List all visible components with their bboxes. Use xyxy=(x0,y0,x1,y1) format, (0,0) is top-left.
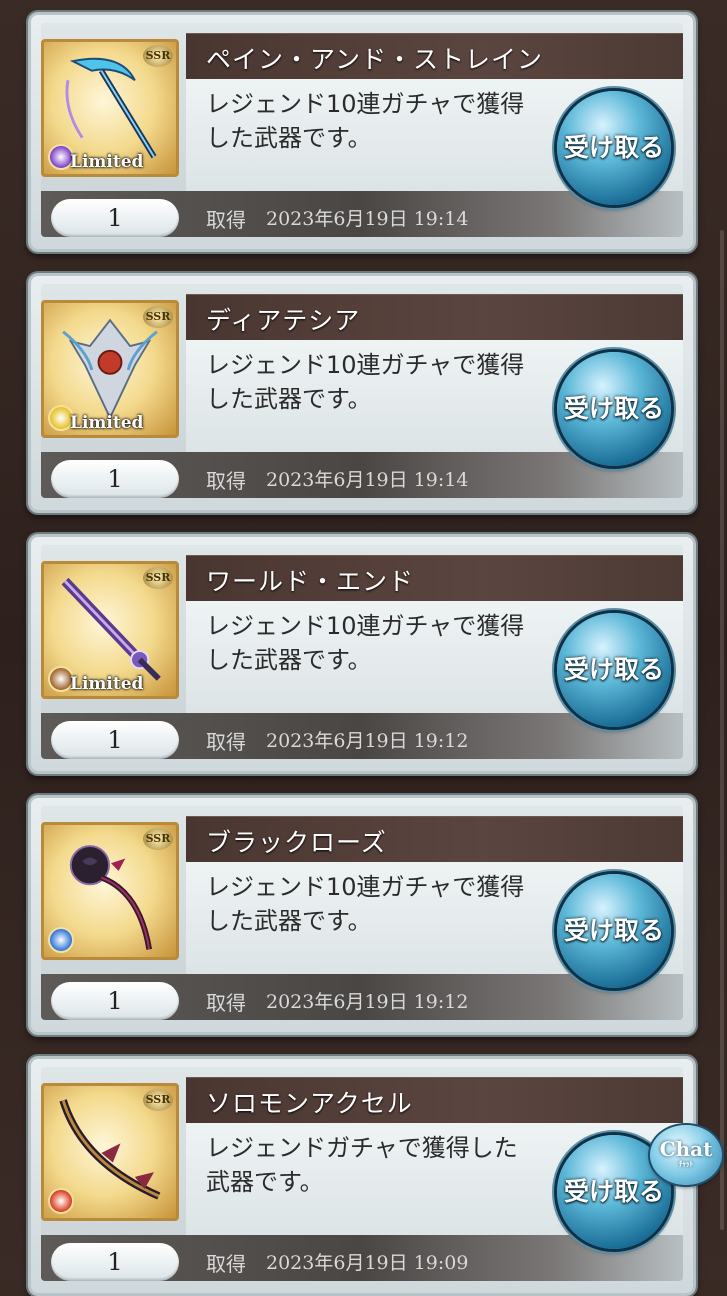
title-bar: ブラックローズ xyxy=(186,816,683,863)
title-bar: ワールド・エンド xyxy=(186,555,683,602)
chat-sublabel: ﾁｬｯﾄ xyxy=(679,1159,693,1168)
receive-button[interactable]: 受け取る xyxy=(557,352,671,466)
rarity-badge: SSR xyxy=(143,45,173,67)
weapon-thumbnail: SSR xyxy=(41,1083,179,1221)
item-card: ディアテシア レジェンド10連ガチャで獲得した武器です。 1 取得 2023年6… xyxy=(28,273,696,513)
acquired-label: 取得 xyxy=(206,208,246,232)
acquired-time: 2023年6月19日 19:12 xyxy=(266,991,469,1013)
weapon-thumbnail: SSR Limited xyxy=(41,300,179,438)
limited-label: Limited xyxy=(70,674,144,694)
receive-button[interactable]: 受け取る xyxy=(557,613,671,727)
item-title: ディアテシア xyxy=(206,306,361,335)
weapon-thumbnail: SSR xyxy=(41,822,179,960)
chat-button[interactable]: Chat ﾁｬｯﾄ xyxy=(650,1125,722,1185)
limited-label: Limited xyxy=(70,413,144,433)
element-icon xyxy=(48,1188,74,1214)
card-inner: ブラックローズ レジェンド10連ガチャで獲得した武器です。 1 取得 2023年… xyxy=(41,806,683,1020)
quantity-display: 1 xyxy=(51,199,179,237)
quantity-display: 1 xyxy=(51,1243,179,1281)
title-bar: ソロモンアクセル xyxy=(186,1077,683,1124)
acquired-label: 取得 xyxy=(206,469,246,493)
item-title: ワールド・エンド xyxy=(206,567,415,596)
title-bar: ペイン・アンド・ストレイン xyxy=(186,33,683,80)
acquired-time: 2023年6月19日 19:12 xyxy=(266,730,469,752)
acquired-label: 取得 xyxy=(206,991,246,1015)
item-title: ペイン・アンド・ストレイン xyxy=(206,45,544,74)
card-inner: ソロモンアクセル レジェンドガチャで獲得した武器です。 1 取得 2023年6月… xyxy=(41,1067,683,1281)
quantity-display: 1 xyxy=(51,721,179,759)
element-icon xyxy=(48,927,74,953)
item-card: ソロモンアクセル レジェンドガチャで獲得した武器です。 1 取得 2023年6月… xyxy=(28,1056,696,1296)
item-description: レジェンド10連ガチャで獲得した武器です。 xyxy=(206,873,525,935)
acquired-time: 2023年6月19日 19:14 xyxy=(266,208,469,230)
limited-label: Limited xyxy=(70,152,144,172)
acquired-label: 取得 xyxy=(206,730,246,754)
title-bar: ディアテシア xyxy=(186,294,683,341)
scrollbar[interactable] xyxy=(720,230,724,1230)
receive-button[interactable]: 受け取る xyxy=(557,91,671,205)
rarity-badge: SSR xyxy=(143,306,173,328)
item-card: ワールド・エンド レジェンド10連ガチャで獲得した武器です。 1 取得 2023… xyxy=(28,534,696,774)
acquired-time: 2023年6月19日 19:14 xyxy=(266,469,469,491)
weapon-thumbnail: SSR Limited xyxy=(41,561,179,699)
item-card: ブラックローズ レジェンド10連ガチャで獲得した武器です。 1 取得 2023年… xyxy=(28,795,696,1035)
item-description: レジェンドガチャで獲得した武器です。 xyxy=(206,1134,518,1196)
rarity-badge: SSR xyxy=(143,828,173,850)
item-description: レジェンド10連ガチャで獲得した武器です。 xyxy=(206,612,525,674)
card-inner: ディアテシア レジェンド10連ガチャで獲得した武器です。 1 取得 2023年6… xyxy=(41,284,683,498)
acquired-label: 取得 xyxy=(206,1252,246,1276)
item-description: レジェンド10連ガチャで獲得した武器です。 xyxy=(206,90,525,152)
rarity-badge: SSR xyxy=(143,567,173,589)
chat-label: Chat xyxy=(659,1137,713,1161)
acquired-time: 2023年6月19日 19:09 xyxy=(266,1252,469,1274)
weapon-thumbnail: SSR Limited xyxy=(41,39,179,177)
quantity-display: 1 xyxy=(51,460,179,498)
card-inner: ワールド・エンド レジェンド10連ガチャで獲得した武器です。 1 取得 2023… xyxy=(41,545,683,759)
rarity-badge: SSR xyxy=(143,1089,173,1111)
quantity-display: 1 xyxy=(51,982,179,1020)
item-title: ブラックローズ xyxy=(206,828,387,857)
item-title: ソロモンアクセル xyxy=(206,1089,413,1118)
item-card: ペイン・アンド・ストレイン レジェンド10連ガチャで獲得した武器です。 1 取得… xyxy=(28,12,696,252)
item-description: レジェンド10連ガチャで獲得した武器です。 xyxy=(206,351,525,413)
card-inner: ペイン・アンド・ストレイン レジェンド10連ガチャで獲得した武器です。 1 取得… xyxy=(41,23,683,237)
receive-button[interactable]: 受け取る xyxy=(557,874,671,988)
